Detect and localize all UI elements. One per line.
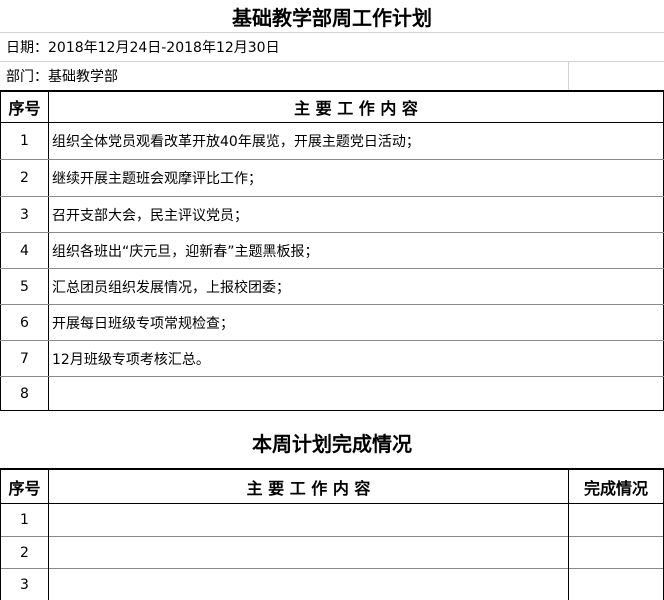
completion-row-index: 3 bbox=[20, 576, 29, 593]
plan-row-content[interactable]: 组织全体党员观看改革开放40年展览，开展主题党日活动； bbox=[52, 123, 662, 159]
plan-row-index: 4 bbox=[20, 242, 29, 259]
completion-row-index: 2 bbox=[20, 544, 29, 561]
completion-row-status[interactable] bbox=[569, 537, 663, 568]
completion-status-header: 完成情况 bbox=[583, 478, 648, 498]
completion-row-content[interactable] bbox=[52, 504, 566, 536]
completion-content-header: 主 要 工 作 内 容 bbox=[246, 478, 371, 498]
plan-row-content[interactable]: 12月班级专项考核汇总。 bbox=[52, 341, 662, 376]
gridline bbox=[568, 61, 569, 91]
plan-row-index: 8 bbox=[20, 385, 29, 402]
plan-row-content[interactable]: 组织各班出“庆元旦，迎新春”主题黑板报； bbox=[52, 233, 662, 268]
plan-row-content[interactable]: 继续开展主题班会观摩评比工作； bbox=[52, 160, 662, 196]
completion-row-content[interactable] bbox=[52, 569, 566, 600]
completion-row-status[interactable] bbox=[569, 569, 663, 600]
plan-row-content[interactable] bbox=[52, 377, 662, 410]
plan-row-content[interactable]: 汇总团员组织发展情况，上报校团委； bbox=[52, 269, 662, 304]
plan-row-index: 3 bbox=[20, 206, 29, 223]
plan-row-index: 7 bbox=[20, 350, 29, 367]
page-title: 基础教学部周工作计划 bbox=[232, 5, 432, 30]
plan-row-index: 5 bbox=[20, 278, 29, 295]
table-border bbox=[0, 410, 664, 411]
completion-row-index: 1 bbox=[20, 512, 29, 528]
plan-content-header: 主 要 工 作 内 容 bbox=[294, 99, 418, 118]
plan-index-header: 序号 bbox=[8, 99, 41, 118]
plan-row-index: 6 bbox=[20, 314, 29, 331]
plan-row-index: 1 bbox=[20, 133, 29, 149]
spreadsheet: 基础教学部周工作计划 日期：2018年12月24日-2018年12月30日 部门… bbox=[0, 0, 664, 600]
plan-row-content[interactable]: 召开支部大会，民主评议党员； bbox=[52, 197, 662, 232]
completion-row-status[interactable] bbox=[569, 504, 663, 536]
table-border bbox=[48, 90, 49, 410]
completion-row-content[interactable] bbox=[52, 537, 566, 568]
department-line: 部门：基础教学部 bbox=[6, 69, 118, 85]
section-title: 本周计划完成情况 bbox=[252, 431, 412, 456]
date-line: 日期：2018年12月24日-2018年12月30日 bbox=[6, 40, 280, 56]
completion-index-header: 序号 bbox=[8, 478, 41, 498]
plan-row-index: 2 bbox=[20, 170, 29, 186]
plan-row-content[interactable]: 开展每日班级专项常规检查； bbox=[52, 305, 662, 340]
